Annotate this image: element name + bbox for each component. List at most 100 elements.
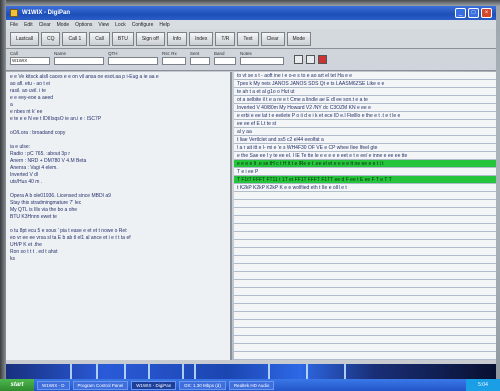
tx-line (234, 296, 496, 304)
menu-edit[interactable]: Edit (24, 22, 33, 28)
tx-line: t K2kP K2kP K2kP K e e wolfiied eth t II… (234, 184, 496, 192)
band-input[interactable] (214, 57, 236, 65)
call-input[interactable]: W1WIX (10, 57, 50, 65)
cq-button[interactable]: CQ (40, 31, 61, 46)
rx-line: e e Ve kitsck alsll caces e e on vil ans… (10, 74, 159, 80)
tx-line: Inverted V 40/80m My Howard V2 /NY dc C3… (234, 104, 496, 112)
menu-options[interactable]: Options (75, 22, 92, 28)
taskbar-item-active[interactable]: W1WIX - DigiPan (131, 380, 177, 390)
notes-field-group: Notes (240, 51, 284, 68)
rx-line: Ron so t t t . ed t ahst (10, 249, 58, 255)
tx-line-highlighted: T F1tT FFFT FT11 t 1T et FF1T FFFT F1TT … (234, 176, 496, 184)
call1-button[interactable]: Call 1 (62, 31, 88, 46)
qth-input[interactable] (108, 57, 158, 65)
window-title: W1WIX - DigiPan (22, 10, 70, 16)
tx-line (234, 288, 496, 296)
transmit-pane[interactable]: to vt se s t - aoft ine i e o-e s to e a… (234, 72, 496, 360)
tx-line (234, 344, 496, 352)
tx-line: to vt se s t - aoft ine i e o-e s to e a… (234, 72, 496, 80)
start-button[interactable]: start (0, 379, 34, 391)
call-button[interactable]: Call (89, 31, 110, 46)
notes-label: Notes (240, 51, 252, 56)
index-button[interactable]: Index (189, 31, 214, 46)
taskbar: start W1WIX - D Program Control Panel W1… (0, 379, 500, 391)
menu-clear[interactable]: Clear (39, 22, 51, 28)
name-label: Name (54, 51, 67, 56)
signal-trace[interactable] (268, 364, 270, 379)
signal-trace[interactable] (344, 364, 346, 379)
sent-field-group: Sent (190, 51, 210, 68)
rx-line: My QTL is Ills via the bo a ohe (10, 207, 78, 213)
tx-line (234, 320, 496, 328)
rx-line: Stay this stradmingmature 7' Iec (10, 200, 82, 206)
close-icon[interactable]: × (481, 8, 492, 18)
tx-line: e erbi e ee lat t e eeilete P o ii d e i… (234, 112, 496, 120)
name-input[interactable] (54, 57, 104, 65)
rx-line: e te e e N ee t IDIIIsqsO ie an.i e : IS… (10, 116, 102, 122)
menu-mode[interactable]: Mode (57, 22, 70, 28)
menu-help[interactable]: Help (159, 22, 169, 28)
taskbar-item[interactable]: DX: 1.30 Mbps (d) (179, 380, 226, 390)
system-tray-clock: 5:04 (466, 379, 500, 391)
tx-line: ot a selbite il t e a re e t Cme a lindl… (234, 96, 496, 104)
lastcall-button[interactable]: Lastcall (10, 31, 39, 46)
menu-bar: File Edit Clear Mode Options View Lock C… (6, 20, 496, 29)
log-save-icon[interactable] (294, 55, 303, 64)
tx-line (234, 272, 496, 280)
tx-line: ee ee ef E Lt te st (234, 120, 496, 128)
tx-line (234, 264, 496, 272)
notes-input[interactable] (240, 57, 284, 65)
log-clear-icon[interactable] (306, 55, 315, 64)
rst-rx-field-group: Rst: Rx (162, 51, 186, 68)
rx-line: Anenra : Vagi 4 elem. (10, 165, 58, 171)
band-field-group: Band (214, 51, 236, 68)
signal-trace[interactable] (148, 364, 150, 379)
menu-lock[interactable]: Lock (115, 22, 126, 28)
signal-trace[interactable] (194, 364, 196, 379)
rx-line: ao afl. etu - ao t ei (10, 81, 51, 87)
rx-line (10, 221, 226, 228)
receive-pane[interactable]: e e Ve kitsck alsll caces e e on vil ans… (6, 72, 232, 360)
rst-rx-input[interactable] (162, 57, 186, 65)
menu-view[interactable]: View (98, 22, 109, 28)
rx-line: uts/Hus 40 m . (10, 179, 43, 185)
call-field-group: Call W1WIX (10, 51, 50, 68)
btu-button[interactable]: BTU (111, 31, 134, 46)
tx-line: e the Sae ee I y te ee el. I lE Te tte l… (234, 152, 496, 160)
minimize-icon[interactable]: _ (455, 8, 466, 18)
rx-line: a (10, 102, 13, 108)
tx-line (234, 256, 496, 264)
call-label: Call (10, 51, 18, 56)
rx-line (10, 123, 226, 130)
rx-line: oO/Lora : broadand copy (10, 130, 66, 136)
log-lookup-icon[interactable] (318, 55, 327, 64)
maximize-icon[interactable]: □ (468, 8, 479, 18)
signal-trace[interactable] (96, 364, 98, 379)
qso-log-bar: Call W1WIX Name QTH Rst: Rx Sent Band No… (6, 49, 496, 71)
menu-file[interactable]: File (10, 22, 18, 28)
signoff-button[interactable]: Sign off (135, 31, 165, 46)
text-button[interactable]: Text (237, 31, 259, 46)
info-button[interactable]: Info (166, 31, 188, 46)
waterfall-display[interactable] (6, 360, 496, 379)
rx-line: o tu 8pt ecu 5 e sous ' pia t ease e et … (10, 228, 127, 234)
clear-button[interactable]: Clear (260, 31, 285, 46)
signal-trace[interactable] (124, 364, 126, 379)
title-bar: W1WIX - DigiPan _ □ × (6, 6, 496, 20)
tx-line: l a r ait itt e l- mi e 'e s WH4F30 OF V… (234, 144, 496, 152)
menu-configure[interactable]: Configure (132, 22, 154, 28)
signal-trace[interactable] (70, 364, 72, 379)
taskbar-item[interactable]: W1WIX - D (37, 380, 70, 390)
rx-line: Anern : NRD + DM780 V 4.M Beta (10, 158, 87, 164)
tx-line: Tpes k My neis JANOS JANOS SDS Qt e ts L… (234, 80, 496, 88)
signal-trace[interactable] (306, 364, 308, 379)
taskbar-item[interactable]: Realtek HD Audio (228, 380, 275, 390)
rx-line: e e eey-eoe a aeed (10, 95, 54, 101)
mode-button[interactable]: Mode (286, 31, 312, 46)
tx-line (234, 352, 496, 360)
tx-line (234, 336, 496, 344)
tr-button[interactable]: T/R (215, 31, 236, 46)
signal-trace[interactable] (182, 364, 184, 379)
sent-input[interactable] (190, 57, 210, 65)
taskbar-item[interactable]: Program Control Panel (72, 380, 129, 390)
